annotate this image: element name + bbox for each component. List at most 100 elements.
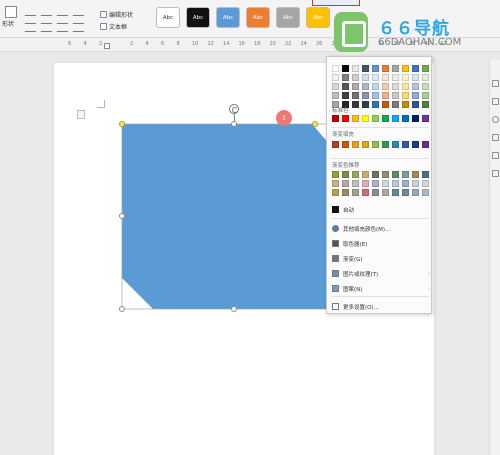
gradient-color-swatch[interactable] <box>422 180 429 187</box>
theme-color-swatch[interactable] <box>382 65 389 72</box>
theme-color-swatch[interactable] <box>352 65 359 72</box>
standard-color-swatch[interactable] <box>382 115 389 122</box>
gradient-color-swatch[interactable] <box>372 180 379 187</box>
theme-color-swatch[interactable] <box>372 65 379 72</box>
gradient-color-swatch[interactable] <box>342 189 349 196</box>
standard-color-swatch[interactable] <box>422 115 429 122</box>
theme-color-swatch[interactable] <box>422 74 429 81</box>
gradient-color-swatch[interactable] <box>382 180 389 187</box>
theme-color-swatch[interactable] <box>332 83 339 90</box>
theme-color-swatch[interactable] <box>352 83 359 90</box>
theme-color-swatch[interactable] <box>362 83 369 90</box>
shape-adjust-handle-right[interactable] <box>312 121 318 127</box>
theme-color-swatch[interactable] <box>402 74 409 81</box>
resize-handle-left[interactable] <box>119 213 125 219</box>
standard-color-swatch[interactable] <box>342 115 349 122</box>
theme-color-swatch[interactable] <box>412 92 419 99</box>
gradient-fill-swatch[interactable] <box>412 141 419 148</box>
gradient-color-swatch[interactable] <box>412 180 419 187</box>
gradient-fill-swatch[interactable] <box>382 141 389 148</box>
theme-color-swatch[interactable] <box>332 92 339 99</box>
gradient-fill-swatch[interactable] <box>342 141 349 148</box>
theme-color-swatch[interactable] <box>342 65 349 72</box>
theme-color-swatch[interactable] <box>392 65 399 72</box>
theme-color-swatch[interactable] <box>352 74 359 81</box>
gradient-color-swatch[interactable] <box>392 189 399 196</box>
auto-color-item[interactable]: 自动 <box>332 204 430 215</box>
theme-color-swatch[interactable] <box>372 92 379 99</box>
theme-color-swatch[interactable] <box>362 65 369 72</box>
gradient-color-swatch[interactable] <box>332 180 339 187</box>
theme-color-swatch[interactable] <box>362 92 369 99</box>
standard-color-swatch[interactable] <box>332 115 339 122</box>
theme-color-swatch[interactable] <box>342 83 349 90</box>
gradient-color-swatch[interactable] <box>342 171 349 178</box>
gradient-color-swatch[interactable] <box>342 180 349 187</box>
gradient-color-swatch[interactable] <box>402 171 409 178</box>
standard-color-swatch[interactable] <box>372 115 379 122</box>
gradient-color-swatch[interactable] <box>362 189 369 196</box>
theme-color-swatch[interactable] <box>402 92 409 99</box>
theme-color-swatch[interactable] <box>362 74 369 81</box>
shape-adjust-handle[interactable] <box>119 121 125 127</box>
fill-menu-item[interactable]: 图片或纹理(T) › <box>332 268 430 279</box>
theme-color-swatch[interactable] <box>402 65 409 72</box>
snip-corner-rectangle-shape[interactable] <box>122 124 331 309</box>
gradient-color-swatch[interactable] <box>362 180 369 187</box>
theme-color-swatch[interactable] <box>422 65 429 72</box>
gradient-color-swatch[interactable] <box>352 180 359 187</box>
theme-color-swatch[interactable] <box>412 74 419 81</box>
theme-color-swatch[interactable] <box>382 83 389 90</box>
standard-color-swatch[interactable] <box>402 115 409 122</box>
fill-menu-item[interactable]: 其他填充颜色(M)... <box>332 223 430 234</box>
standard-color-swatch[interactable] <box>362 115 369 122</box>
theme-color-swatch[interactable] <box>352 101 359 108</box>
theme-color-swatch[interactable] <box>332 65 339 72</box>
theme-color-swatch[interactable] <box>362 101 369 108</box>
fill-menu-item[interactable]: 渐变(G) <box>332 253 430 264</box>
gradient-fill-swatch[interactable] <box>392 141 399 148</box>
fill-menu-item[interactable]: 图案(N) › <box>332 283 430 294</box>
resize-handle-bottom[interactable] <box>231 306 237 312</box>
gradient-color-swatch[interactable] <box>402 189 409 196</box>
theme-color-swatch[interactable] <box>422 83 429 90</box>
gradient-fill-swatch[interactable] <box>372 141 379 148</box>
gradient-fill-swatch[interactable] <box>422 141 429 148</box>
theme-color-swatch[interactable] <box>382 92 389 99</box>
gradient-color-swatch[interactable] <box>382 171 389 178</box>
theme-color-swatch[interactable] <box>422 101 429 108</box>
gradient-color-swatch[interactable] <box>372 171 379 178</box>
theme-color-swatch[interactable] <box>392 92 399 99</box>
gradient-fill-swatch[interactable] <box>352 141 359 148</box>
fill-menu-item[interactable]: 取色器(E) <box>332 238 430 249</box>
theme-color-swatch[interactable] <box>392 101 399 108</box>
theme-color-swatch[interactable] <box>342 74 349 81</box>
gradient-fill-swatch[interactable] <box>362 141 369 148</box>
theme-color-swatch[interactable] <box>342 92 349 99</box>
gradient-color-swatch[interactable] <box>392 180 399 187</box>
gradient-color-swatch[interactable] <box>422 171 429 178</box>
gradient-color-swatch[interactable] <box>332 171 339 178</box>
theme-color-swatch[interactable] <box>352 92 359 99</box>
gradient-color-swatch[interactable] <box>402 180 409 187</box>
gradient-color-swatch[interactable] <box>332 189 339 196</box>
gradient-fill-swatch[interactable] <box>332 141 339 148</box>
theme-color-swatch[interactable] <box>402 101 409 108</box>
gradient-color-swatch[interactable] <box>352 189 359 196</box>
theme-color-swatch[interactable] <box>412 65 419 72</box>
gradient-color-swatch[interactable] <box>422 189 429 196</box>
theme-color-swatch[interactable] <box>372 101 379 108</box>
standard-color-swatch[interactable] <box>412 115 419 122</box>
theme-color-swatch[interactable] <box>402 83 409 90</box>
gradient-fill-swatch[interactable] <box>402 141 409 148</box>
theme-color-swatch[interactable] <box>372 74 379 81</box>
standard-color-swatch[interactable] <box>392 115 399 122</box>
theme-color-swatch[interactable] <box>422 92 429 99</box>
theme-color-swatch[interactable] <box>392 74 399 81</box>
theme-color-swatch[interactable] <box>412 101 419 108</box>
theme-color-swatch[interactable] <box>382 101 389 108</box>
gradient-color-swatch[interactable] <box>352 171 359 178</box>
theme-color-swatch[interactable] <box>332 74 339 81</box>
fill-menu-item[interactable]: 更多设置(O)... <box>332 301 430 312</box>
gradient-color-swatch[interactable] <box>372 189 379 196</box>
